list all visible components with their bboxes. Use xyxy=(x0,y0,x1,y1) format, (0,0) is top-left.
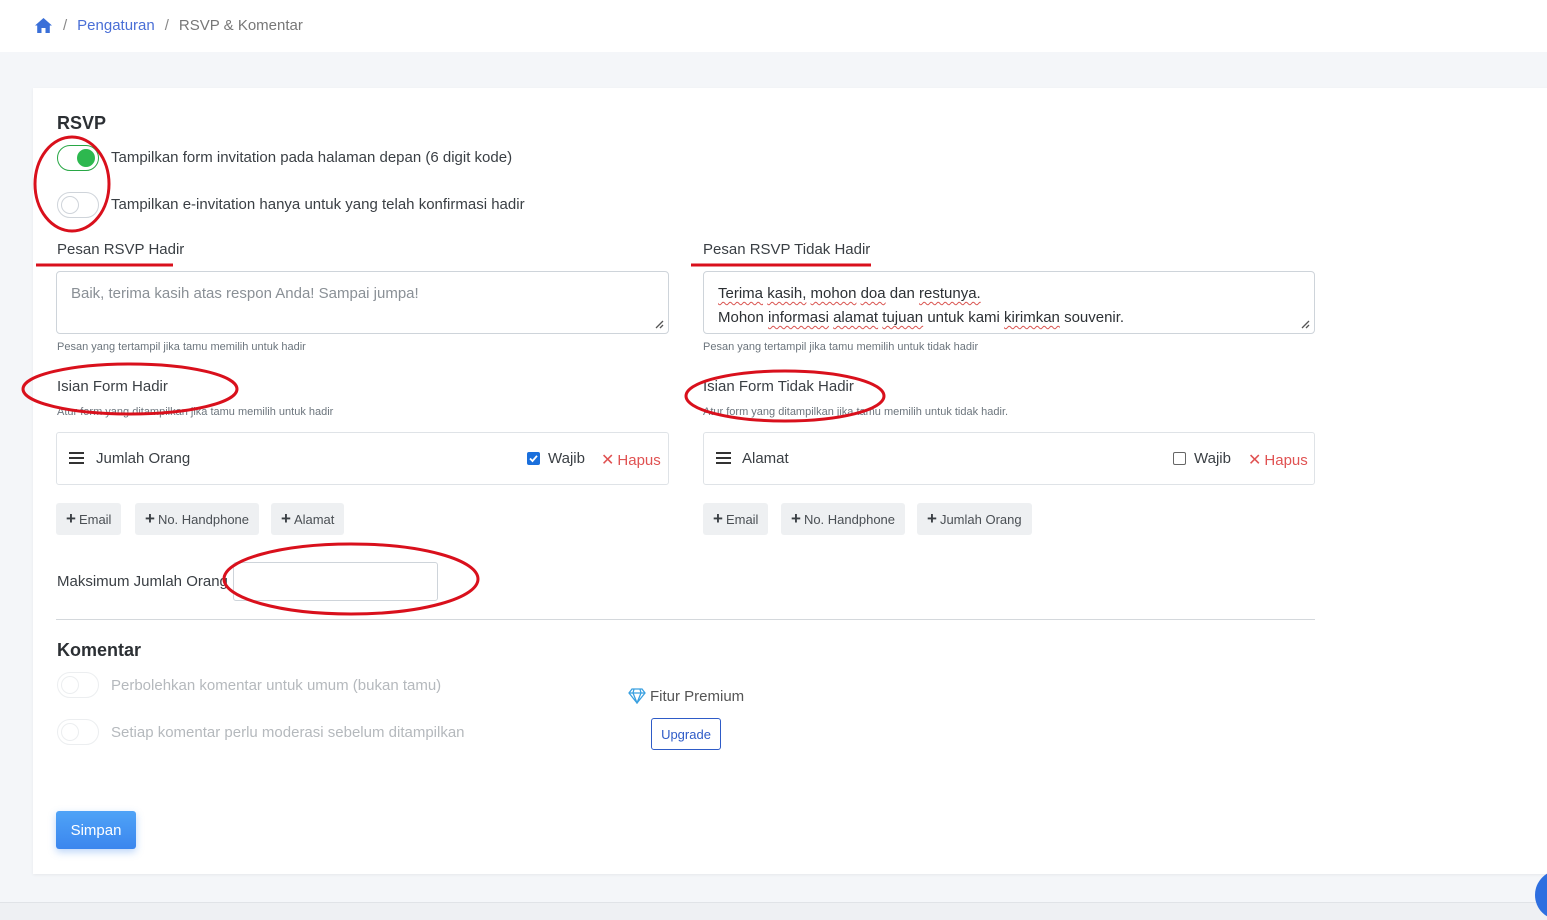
home-icon[interactable] xyxy=(34,17,53,34)
breadcrumb-separator: / xyxy=(63,16,68,34)
pesan-hadir-placeholder: Baik, terima kasih atas respon Anda! Sam… xyxy=(71,285,419,302)
toggle-show-invitation-form[interactable] xyxy=(57,145,99,171)
pesan-tidak-hadir-line1: Terima kasih, mohon doa dan restunya. xyxy=(718,285,981,302)
drag-handle-icon[interactable] xyxy=(716,451,732,465)
pesan-hadir-textarea[interactable]: Baik, terima kasih atas respon Anda! Sam… xyxy=(56,271,669,334)
required-checkbox[interactable] xyxy=(527,452,540,465)
add-address-button[interactable]: + Alamat xyxy=(271,503,345,535)
delete-field-button[interactable]: ✕ Hapus xyxy=(601,450,661,470)
upgrade-button[interactable]: Upgrade xyxy=(651,718,721,750)
resize-handle-icon[interactable] xyxy=(1300,319,1310,329)
max-people-label: Maksimum Jumlah Orang xyxy=(57,573,228,590)
plus-icon: + xyxy=(145,509,155,528)
toggle-show-invitation-form-label: Tampilkan form invitation pada halaman d… xyxy=(111,149,513,166)
drag-handle-icon[interactable] xyxy=(69,451,85,465)
breadcrumb: / Pengaturan / RSVP & Komentar xyxy=(34,15,303,35)
close-icon: ✕ xyxy=(601,452,615,469)
pesan-tidak-hadir-help: Pesan yang tertampil jika tamu memilih u… xyxy=(703,341,979,353)
breadcrumb-current: RSVP & Komentar xyxy=(178,16,303,34)
rsvp-title: RSVP xyxy=(57,113,107,133)
toggle-einvitation-confirmed-only-label: Tampilkan e-invitation hanya untuk yang … xyxy=(111,196,525,213)
pesan-tidak-hadir-textarea[interactable]: Terima kasih, mohon doa dan restunya. Mo… xyxy=(703,271,1315,334)
plus-icon: + xyxy=(713,509,723,528)
premium-feature-label: Fitur Premium xyxy=(650,688,745,705)
toggle-public-comments[interactable] xyxy=(57,672,99,698)
top-bar: / Pengaturan / RSVP & Komentar xyxy=(0,0,1547,52)
add-phone-button[interactable]: + No. Handphone xyxy=(781,503,906,535)
toggle-public-comments-label: Perbolehkan komentar untuk umum (bukan t… xyxy=(111,677,442,694)
pesan-hadir-help: Pesan yang tertampil jika tamu memilih u… xyxy=(57,341,306,353)
required-label: Wajib xyxy=(548,450,585,467)
plus-icon: + xyxy=(927,509,937,528)
required-checkbox[interactable] xyxy=(1173,452,1186,465)
resize-handle-icon[interactable] xyxy=(654,319,664,329)
toggle-comment-moderation[interactable] xyxy=(57,719,99,745)
plus-icon: + xyxy=(791,509,801,528)
breadcrumb-separator: / xyxy=(164,16,169,34)
field-name: Jumlah Orang xyxy=(96,450,191,467)
komentar-title: Komentar xyxy=(57,640,142,660)
add-email-button[interactable]: + Email xyxy=(56,503,122,535)
isian-form-hadir-title: Isian Form Hadir xyxy=(57,378,168,395)
field-row-jumlah-orang[interactable]: Jumlah Orang Wajib ✕ Hapus xyxy=(56,432,669,485)
add-jumlah-orang-button[interactable]: + Jumlah Orang xyxy=(917,503,1032,535)
add-email-button[interactable]: + Email xyxy=(703,503,769,535)
plus-icon: + xyxy=(281,509,291,528)
pesan-tidak-hadir-label: Pesan RSVP Tidak Hadir xyxy=(703,241,871,258)
pesan-hadir-label: Pesan RSVP Hadir xyxy=(57,241,185,258)
isian-form-hadir-help: Atur form yang ditampilkan jika tamu mem… xyxy=(57,406,334,418)
pesan-tidak-hadir-line2: Mohon informasi alamat tujuan untuk kami… xyxy=(718,309,1125,326)
save-button[interactable]: Simpan xyxy=(56,811,136,849)
field-row-alamat[interactable]: Alamat Wajib ✕ Hapus xyxy=(703,432,1315,485)
plus-icon: + xyxy=(66,509,76,528)
diamond-icon xyxy=(628,688,646,709)
bottom-strip xyxy=(0,902,1547,920)
settings-card: RSVP Tampilkan form invitation pada hala… xyxy=(33,88,1547,874)
max-people-input[interactable] xyxy=(233,562,438,601)
toggle-comment-moderation-label: Setiap komentar perlu moderasi sebelum d… xyxy=(111,724,465,741)
section-divider xyxy=(56,619,1315,620)
breadcrumb-pengaturan[interactable]: Pengaturan xyxy=(77,17,155,34)
add-phone-button[interactable]: + No. Handphone xyxy=(135,503,260,535)
required-label: Wajib xyxy=(1194,450,1231,467)
toggle-einvitation-confirmed-only[interactable] xyxy=(57,192,99,218)
close-icon: ✕ xyxy=(1248,452,1262,469)
isian-form-tidak-hadir-help: Atur form yang ditampilkan jika tamu mem… xyxy=(703,406,1009,418)
delete-field-button[interactable]: ✕ Hapus xyxy=(1248,450,1308,470)
isian-form-tidak-hadir-title: Isian Form Tidak Hadir xyxy=(703,378,854,395)
field-name: Alamat xyxy=(742,450,789,467)
